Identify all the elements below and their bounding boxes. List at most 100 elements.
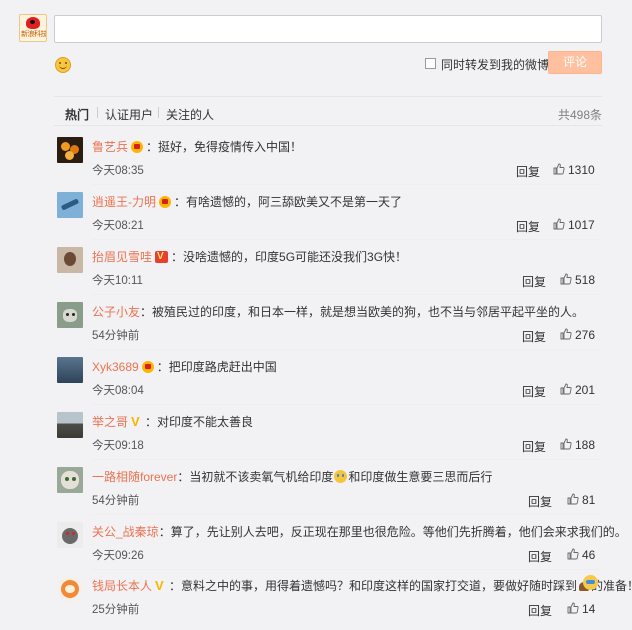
comment-text: 鲁艺兵 ：挺好，免得疫情传入中国！ <box>92 140 303 154</box>
comment-username[interactable]: 公子小友 <box>92 305 140 319</box>
reply-button[interactable]: 回复 <box>522 383 546 400</box>
comment-text: Xyk3689 ：把印度路虎赶出中国 <box>92 360 277 374</box>
reply-button[interactable]: 回复 <box>522 328 546 345</box>
comment-divider <box>92 184 602 185</box>
like-count: 1017 <box>568 218 595 232</box>
comment-text: 公子小友：被殖民过的印度，和日本一样，就是想当欧美的狗，也不当与邻居平起平坐的人… <box>92 305 585 319</box>
submit-comment-button[interactable]: 评论 <box>548 51 602 74</box>
crown-badge-icon <box>131 141 144 153</box>
smile-icon[interactable] <box>55 57 71 73</box>
comment-time: 25分钟前 <box>92 604 140 616</box>
like-count: 188 <box>575 438 596 452</box>
sunglasses-emoji-icon <box>583 575 598 590</box>
comment-text: 逍遥王-力明 ：有啥遗憾的，阿三舔欧美又不是第一天了 <box>92 195 403 209</box>
comment-text: 关公_战秦琼：算了，先让别人去吧，反正现在那里也很危险。等他们先折腾着，他们会来… <box>92 525 627 539</box>
thumbs-up-icon <box>560 328 572 340</box>
comment-time: 今天08:04 <box>92 385 144 397</box>
avatar[interactable] <box>57 522 83 548</box>
comment-divider <box>92 239 602 240</box>
like-button[interactable]: 1310 <box>553 163 595 177</box>
comment-divider <box>92 569 602 570</box>
crying-emoji-icon <box>334 470 348 483</box>
like-button[interactable]: 188 <box>560 438 595 452</box>
avatar[interactable] <box>57 412 83 438</box>
reply-button[interactable]: 回复 <box>522 273 546 290</box>
comment-text: 一路相随forever：当初就不该卖氧气机给印度 和印度做生意要三思而后行 <box>92 470 493 484</box>
comment-input[interactable] <box>54 15 602 43</box>
thumbs-up-icon <box>560 438 572 450</box>
avatar[interactable] <box>57 576 83 602</box>
comment-time: 今天09:26 <box>92 550 144 562</box>
reply-button[interactable]: 回复 <box>522 438 546 455</box>
repost-label: 同时转发到我的微博 <box>441 58 550 72</box>
tab-following[interactable]: 关注的人 <box>166 106 214 123</box>
comment-divider <box>92 404 602 405</box>
thumbs-up-icon <box>560 383 572 395</box>
avatar[interactable] <box>57 137 83 163</box>
comment-divider <box>92 459 602 460</box>
comment-username[interactable]: 关公_战秦琼 <box>92 525 159 539</box>
avatar[interactable] <box>57 302 83 328</box>
comment-time: 今天09:18 <box>92 440 144 452</box>
comment-time: 今天08:21 <box>92 220 144 232</box>
comment-filter-bar: 热门 认证用户 关注的人 共498条 <box>54 96 602 126</box>
reply-button[interactable]: 回复 <box>528 548 552 565</box>
comment-text: 举之哥：对印度不能太善良 <box>92 415 253 429</box>
thumbs-up-icon <box>567 548 579 560</box>
comment-total-count: 共498条 <box>557 108 602 122</box>
comment-username[interactable]: 鲁艺兵 <box>92 140 128 154</box>
like-button[interactable]: 81 <box>567 493 595 507</box>
like-button[interactable]: 14 <box>567 602 595 616</box>
like-count: 81 <box>582 493 596 507</box>
vip-badge-icon <box>155 251 169 263</box>
comment-divider <box>92 349 602 350</box>
comment-time: 今天10:11 <box>92 275 143 287</box>
crown-badge-icon <box>141 361 154 373</box>
comment-text: 抬眉见雪哇：没啥遗憾的，印度5G可能还没我们3G快！ <box>92 250 407 264</box>
crown-badge-icon <box>159 196 171 208</box>
like-count: 276 <box>575 328 596 342</box>
like-button[interactable]: 46 <box>567 548 595 562</box>
comment-time: 54分钟前 <box>92 330 140 342</box>
tab-hot[interactable]: 热门 <box>65 106 89 123</box>
comment-username[interactable]: 逍遥王-力明 <box>92 195 156 209</box>
thumbs-up-icon <box>553 218 565 230</box>
reply-button[interactable]: 回复 <box>528 602 552 619</box>
verified-v-icon <box>131 415 142 428</box>
comment-username[interactable]: 一路相随forever <box>92 470 177 484</box>
like-count: 518 <box>575 273 596 287</box>
comment-divider <box>92 294 602 295</box>
like-button[interactable]: 518 <box>560 273 595 287</box>
like-count: 46 <box>582 548 596 562</box>
like-button[interactable]: 201 <box>560 383 595 397</box>
comment-time: 54分钟前 <box>92 495 140 507</box>
thumbs-up-icon <box>553 163 565 175</box>
verified-v-icon <box>155 579 166 592</box>
avatar[interactable] <box>57 357 83 383</box>
like-count: 1310 <box>568 163 595 177</box>
like-button[interactable]: 1017 <box>553 218 595 232</box>
comment-username[interactable]: 举之哥 <box>92 415 128 429</box>
comment-text: 钱局长本人：意料之中的事，用得着遗憾吗？和印度这样的国家打交道，要做好随时踩到的… <box>92 579 632 593</box>
avatar[interactable] <box>57 467 83 493</box>
like-count: 14 <box>582 602 596 616</box>
self-avatar: 新浪科技 <box>19 14 47 42</box>
like-button[interactable]: 276 <box>560 328 595 342</box>
comment-username[interactable]: 钱局长本人 <box>92 579 152 593</box>
avatar[interactable] <box>57 247 83 273</box>
thumbs-up-icon <box>567 493 579 505</box>
reply-button[interactable]: 回复 <box>516 218 540 235</box>
tab-divider <box>158 107 159 118</box>
repost-checkbox[interactable] <box>425 58 436 69</box>
comment-time: 今天08:35 <box>92 165 144 177</box>
avatar[interactable] <box>57 192 83 218</box>
thumbs-up-icon <box>560 273 572 285</box>
thumbs-up-icon <box>567 602 579 614</box>
reply-button[interactable]: 回复 <box>516 163 540 180</box>
comment-username[interactable]: 抬眉见雪哇 <box>92 250 152 264</box>
comment-username[interactable]: Xyk3689 <box>92 360 139 374</box>
tab-divider <box>97 107 98 118</box>
reply-button[interactable]: 回复 <box>528 493 552 510</box>
like-count: 201 <box>575 383 596 397</box>
tab-verified-users[interactable]: 认证用户 <box>105 106 153 123</box>
